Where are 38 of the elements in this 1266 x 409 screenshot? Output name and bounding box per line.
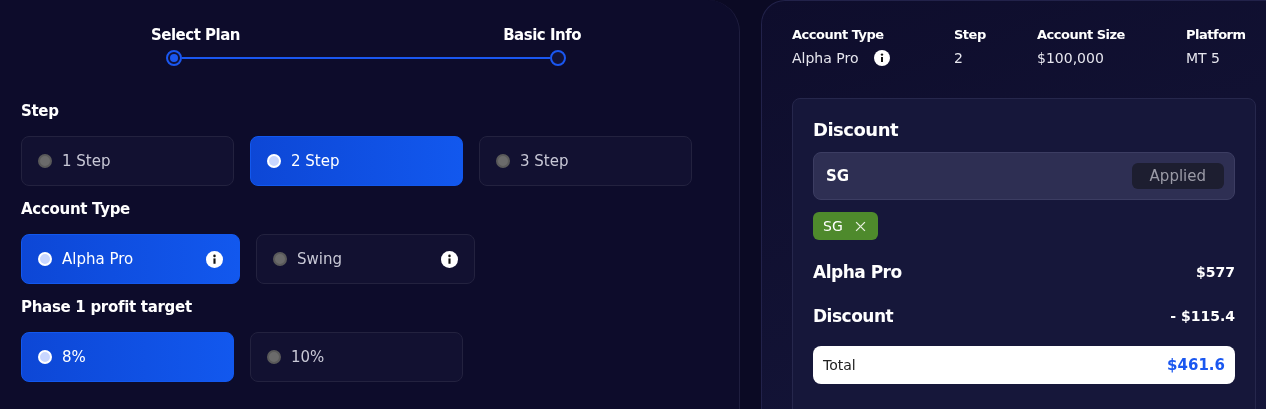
summary-header: Platform <box>1186 27 1247 42</box>
radio-icon <box>496 154 510 168</box>
line-amount: - $115.4 <box>1170 308 1235 324</box>
close-icon[interactable] <box>854 220 866 232</box>
total-label: Total <box>823 357 856 373</box>
step-label: Select Plan <box>151 26 240 44</box>
summary-header: Account Size <box>1037 27 1126 42</box>
radio-icon <box>273 252 287 266</box>
card-title: Discount <box>813 119 900 140</box>
summary-value: Alpha Pro <box>792 50 859 66</box>
radio-icon <box>267 154 281 168</box>
option-button[interactable]: 1 Step <box>21 136 234 186</box>
option-button[interactable]: Swing <box>256 234 475 284</box>
line-amount: $577 <box>1196 264 1235 280</box>
section-title: Account Type <box>21 200 131 218</box>
summary-value: $100,000 <box>1037 50 1104 66</box>
radio-icon <box>38 350 52 364</box>
coupon-tag: SG <box>813 212 878 240</box>
section-title: Phase 1 profit target <box>21 298 193 316</box>
section-title: Step <box>21 102 60 120</box>
option-button[interactable]: 10% <box>250 332 463 382</box>
radio-icon <box>38 154 52 168</box>
radio-icon <box>38 252 52 266</box>
applied-button[interactable]: Applied <box>1131 163 1224 189</box>
line-label: Alpha Pro <box>813 262 902 282</box>
option-button[interactable]: 2 Step <box>250 136 463 186</box>
step-label: Basic Info <box>503 26 581 44</box>
coupon-field[interactable]: SG Applied <box>813 152 1235 200</box>
summary-value: 2 <box>954 50 963 66</box>
option-button[interactable]: 8% <box>21 332 234 382</box>
summary-value: MT 5 <box>1186 50 1220 66</box>
total-amount: $461.6 <box>1167 356 1225 374</box>
summary-header: Account Type <box>792 27 885 42</box>
option-button[interactable]: 3 Step <box>479 136 692 186</box>
summary-header: Step <box>954 27 987 42</box>
line-label: Discount <box>813 306 894 326</box>
radio-icon <box>267 350 281 364</box>
option-button[interactable]: Alpha Pro <box>21 234 240 284</box>
